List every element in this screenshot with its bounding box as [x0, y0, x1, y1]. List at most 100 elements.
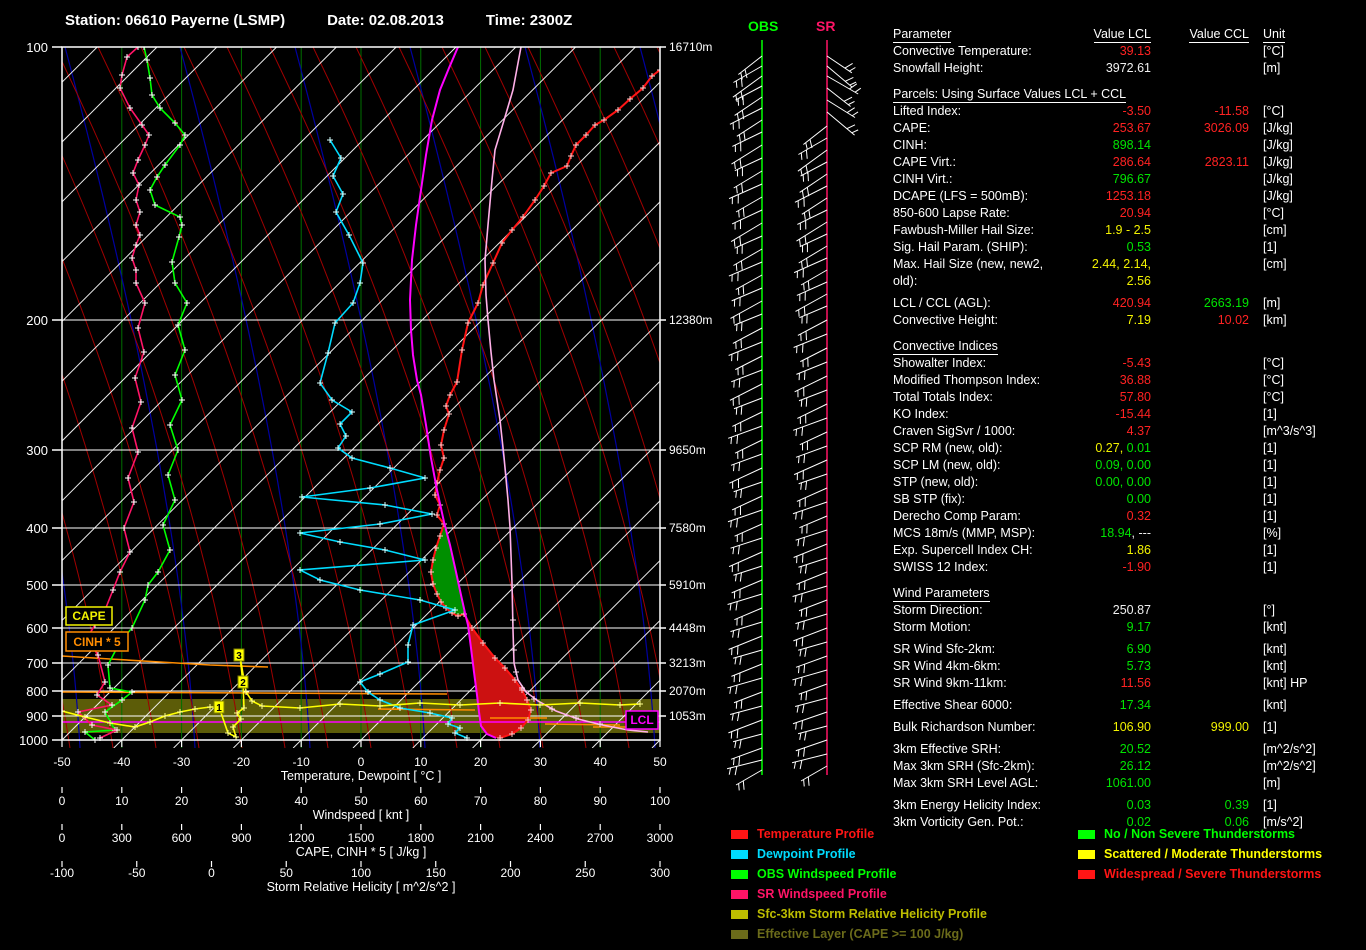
- table-row: SCP RM (new, old): 0.27, 0.01 [1]: [893, 440, 1363, 457]
- wind-barb: [827, 76, 861, 94]
- param-value-ccl: 0.39: [1151, 797, 1249, 814]
- dry-adiabat: [571, 47, 801, 748]
- table-row: 850-600 Lapse Rate: 20.94 [°C]: [893, 205, 1363, 222]
- ccl_parcel_curve: [485, 47, 648, 732]
- param-unit: [m^2/s^2]: [1249, 741, 1363, 758]
- data-marker: [129, 255, 135, 261]
- table-row: DCAPE (LFS = 500mB): 1253.18 [J/kg]: [893, 188, 1363, 205]
- data-marker: [382, 502, 388, 508]
- axis-tick-label: -10: [293, 755, 311, 769]
- param-value-lcl: 18.94, ---: [1067, 525, 1151, 542]
- data-marker: [438, 442, 444, 448]
- table-row: Total Totals Index: 57.80 [°C]: [893, 389, 1363, 406]
- table-row: Modified Thompson Index: 36.88 [°C]: [893, 372, 1363, 389]
- data-marker: [172, 372, 178, 378]
- param-label: STP (new, old):: [893, 474, 1067, 491]
- table-row: CINH Virt.: 796.67 [J/kg]: [893, 171, 1363, 188]
- param-value-lcl: 0.32: [1067, 508, 1151, 525]
- table-row: CAPE: 253.67 3026.09 [J/kg]: [893, 120, 1363, 137]
- axis-tick-label: 1500: [348, 831, 375, 845]
- param-label: Showalter Index:: [893, 355, 1067, 372]
- legend-item: Sfc-3km Storm Relative Helicity Profile: [731, 904, 987, 924]
- axis-tick-label: 30: [235, 794, 249, 808]
- wind-barb: [794, 544, 827, 563]
- legend-label: Scattered / Moderate Thunderstorms: [1104, 847, 1322, 861]
- param-label: SR Wind 4km-6km:: [893, 658, 1067, 675]
- param-value-ccl: -11.58: [1151, 103, 1249, 120]
- table-row: CAPE Virt.: 286.64 2823.11 [J/kg]: [893, 154, 1363, 171]
- param-label: SWISS 12 Index:: [893, 559, 1067, 576]
- wind-barb: [732, 496, 762, 516]
- altitude-label: 9650m: [669, 443, 706, 457]
- wind-barb: [731, 454, 762, 471]
- pressure-label: 200: [26, 313, 48, 328]
- dry-adiabat: [829, 47, 890, 748]
- param-unit: [°C]: [1249, 43, 1363, 60]
- wind-barb: [735, 440, 762, 459]
- wind-barb: [733, 66, 762, 88]
- wind-barb: [794, 258, 827, 278]
- data-marker: [357, 587, 363, 593]
- param-label: Modified Thompson Index:: [893, 372, 1067, 389]
- wind-barb: [734, 482, 762, 498]
- param-value-lcl: 0.00: [1067, 491, 1151, 508]
- param-value-lcl: 2.44, 2.14, 2.56: [1067, 256, 1151, 290]
- axis-tick-label: 300: [112, 831, 132, 845]
- param-unit: [knt]: [1249, 641, 1363, 658]
- table-row: Exp. Supercell Index CH: 1.86 [1]: [893, 542, 1363, 559]
- data-marker: [110, 587, 116, 593]
- svg-text:CINH * 5: CINH * 5: [73, 635, 121, 649]
- table-row: Craven SigSvr / 1000: 4.37 [m^3/s^3]: [893, 423, 1363, 440]
- param-unit: [J/kg]: [1249, 154, 1363, 171]
- svg-text:LCL: LCL: [630, 713, 653, 727]
- moist-adiabat: [870, 47, 890, 748]
- data-marker: [297, 567, 303, 573]
- axis-tick-label: 100: [351, 866, 371, 880]
- param-value-ccl: 3026.09: [1151, 120, 1249, 137]
- axis-temperature: -50-40-30-20-1001020304050Temperature, D…: [53, 740, 667, 783]
- data-marker: [132, 375, 138, 381]
- isotherm-line: [293, 47, 890, 748]
- axis-tick-label: 150: [426, 866, 446, 880]
- svg-text:2: 2: [240, 678, 246, 689]
- data-marker: [130, 170, 136, 176]
- wind-barb: [729, 636, 762, 655]
- wind-barb: [730, 622, 762, 638]
- pressure-label: 700: [26, 656, 48, 671]
- wind-barb: [797, 488, 827, 507]
- wind-barb: [827, 88, 855, 106]
- param-unit: [m]: [1249, 775, 1363, 792]
- param-value-ccl: 2823.11: [1151, 154, 1249, 171]
- wind-barb: [797, 210, 827, 230]
- param-unit: [°C]: [1249, 372, 1363, 389]
- wind-barb: [798, 726, 827, 740]
- wind-barb: [795, 186, 827, 208]
- param-label: Convective Temperature:: [893, 43, 1067, 60]
- param-label: Derecho Comp Param:: [893, 508, 1067, 525]
- data-marker: [510, 617, 516, 623]
- data-marker: [382, 547, 388, 553]
- wind-barb: [799, 684, 827, 700]
- wind-barb: [798, 150, 827, 176]
- param-unit: [J/kg]: [1249, 137, 1363, 154]
- wind-barb: [734, 314, 762, 331]
- axis-srh: -100-50050100150200250300Storm Relative …: [50, 861, 670, 894]
- param-label: Max 3km SRH Level AGL:: [893, 775, 1067, 792]
- table-row: CINH: 898.14 [J/kg]: [893, 137, 1363, 154]
- wind-barb: [730, 108, 762, 130]
- axis-tick-label: 900: [231, 831, 251, 845]
- param-unit: [1]: [1249, 406, 1363, 423]
- wind-barb: [729, 468, 762, 489]
- data-marker: [325, 350, 331, 356]
- table-row: Storm Motion: 9.17 [knt]: [893, 619, 1363, 636]
- legend-profiles: Temperature ProfileDewpoint ProfileOBS W…: [731, 824, 987, 944]
- legend-label: Effective Layer (CAPE >= 100 J/kg): [757, 927, 963, 941]
- axis-tick-label: -50: [128, 866, 146, 880]
- srh-level-marker: 3: [234, 649, 244, 662]
- param-label: SR Wind Sfc-2km:: [893, 641, 1067, 658]
- data-marker: [437, 467, 443, 473]
- legend-swatch: [731, 850, 748, 859]
- param-value-ccl: 999.00: [1151, 719, 1249, 736]
- param-unit: [1]: [1249, 457, 1363, 474]
- param-unit: [m^2/s^2]: [1249, 758, 1363, 775]
